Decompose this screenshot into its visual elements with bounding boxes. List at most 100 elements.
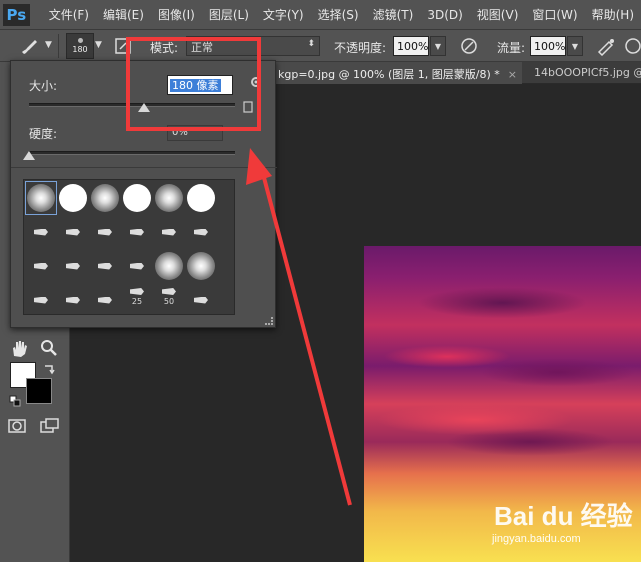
divider xyxy=(58,34,59,58)
brush-tip-icon xyxy=(66,262,80,270)
brush-preset-hard-round[interactable] xyxy=(57,181,89,215)
highlight-box xyxy=(126,37,261,131)
brush-tip-icon xyxy=(130,228,144,236)
hard-brush-icon xyxy=(187,184,215,212)
menu-file[interactable]: 文件(F) xyxy=(42,6,96,23)
brush-tip-icon xyxy=(98,262,112,270)
hardness-slider-track[interactable] xyxy=(29,151,235,155)
brush-preset-tip-50[interactable]: 50 xyxy=(153,280,185,314)
hardness-slider-thumb[interactable] xyxy=(23,151,35,160)
brush-tip-icon xyxy=(162,228,176,236)
brush-tip-icon xyxy=(34,228,48,236)
brush-preset-soft-round[interactable] xyxy=(89,181,121,215)
soft-brush-icon xyxy=(91,184,119,212)
airbrush-icon[interactable] xyxy=(595,36,617,56)
flow-input[interactable]: 100% xyxy=(530,36,566,56)
brush-tip-icon xyxy=(130,262,144,270)
brush-picker-chevron-icon[interactable]: ▼ xyxy=(95,40,102,50)
brush-tip-icon xyxy=(98,228,112,236)
brush-dot-icon xyxy=(77,38,83,43)
brush-preset-tip[interactable] xyxy=(89,215,121,249)
size-label: 大小: xyxy=(29,79,58,93)
hardness-label: 硬度: xyxy=(29,127,58,141)
brush-preset-hard-round[interactable] xyxy=(121,181,153,215)
quick-mask-icon[interactable] xyxy=(6,416,28,436)
menu-select[interactable]: 选择(S) xyxy=(311,6,366,23)
flow-label: 流量: xyxy=(497,41,526,55)
tab-label: 14bOOOPICf5.jpg @ xyxy=(534,66,641,79)
soft-brush-icon xyxy=(27,184,55,212)
brush-preset-tip[interactable] xyxy=(57,215,89,249)
brush-preset-soft-round[interactable] xyxy=(153,181,185,215)
hand-tool-icon[interactable] xyxy=(8,338,30,358)
close-tab-icon[interactable]: × xyxy=(508,68,517,81)
brush-tip-icon xyxy=(194,228,208,236)
resize-grip-icon[interactable] xyxy=(265,317,273,325)
menu-bar: Ps 文件(F) 编辑(E) 图像(I) 图层(L) 文字(Y) 选择(S) 滤… xyxy=(0,0,641,29)
brush-preset-soft-round[interactable] xyxy=(153,249,185,283)
mode-spinner-icon: ⬍ xyxy=(307,39,315,49)
baidu-watermark: Bai du 经验 xyxy=(494,501,633,531)
brush-preset-tip[interactable] xyxy=(25,283,57,314)
menu-type[interactable]: 文字(Y) xyxy=(256,6,311,23)
opacity-label: 不透明度: xyxy=(334,41,387,55)
brush-preset-fan-tip[interactable] xyxy=(153,215,185,249)
brush-preset-grid: 25 50 ▲ ▼ xyxy=(23,179,235,315)
soft-brush-icon xyxy=(187,252,215,280)
brush-preset-tip-25[interactable]: 25 xyxy=(121,280,153,314)
tab-document-1[interactable]: kgp=0.jpg @ 100% (图层 1, 图层蒙版/8) * × xyxy=(270,62,522,84)
hard-brush-icon xyxy=(123,184,151,212)
brush-preset-soft-round[interactable] xyxy=(185,249,217,283)
opacity-input[interactable]: 100% xyxy=(393,36,429,56)
menu-edit[interactable]: 编辑(E) xyxy=(96,6,151,23)
menu-image[interactable]: 图像(I) xyxy=(151,6,202,23)
flow-dropdown-icon[interactable]: ▼ xyxy=(567,36,583,56)
brush-preset-tip[interactable] xyxy=(89,249,121,283)
brush-preset-tip[interactable] xyxy=(121,249,153,283)
menu-layer[interactable]: 图层(L) xyxy=(202,6,256,23)
zoom-tool-icon[interactable] xyxy=(38,338,60,358)
menu-help[interactable]: 帮助(H) xyxy=(585,6,641,23)
baidu-watermark-url: jingyan.baidu.com xyxy=(492,533,581,545)
brush-preset-tip[interactable] xyxy=(57,249,89,283)
tool-preset-chevron-icon[interactable]: ▼ xyxy=(45,40,52,50)
options-bar: ▼ 180 ▼ 模式: 正常 ⬍ 不透明度: 100% ▼ 流量: 100% ▼ xyxy=(0,29,641,62)
brush-grid-scrollbar[interactable]: ▲ ▼ xyxy=(234,180,235,315)
photoshop-logo: Ps xyxy=(3,3,30,26)
brush-tip-icon xyxy=(66,296,80,304)
brush-preset-tip[interactable] xyxy=(25,215,57,249)
brush-preset-tip[interactable] xyxy=(57,283,89,314)
menu-window[interactable]: 窗口(W) xyxy=(525,6,584,23)
brush-tip-icon xyxy=(34,262,48,270)
opacity-dropdown-icon[interactable]: ▼ xyxy=(430,36,446,56)
screen-mode-icon[interactable] xyxy=(38,416,60,436)
pressure-size-icon[interactable] xyxy=(624,36,641,56)
pressure-opacity-icon[interactable] xyxy=(458,36,480,56)
swap-colors-icon[interactable] xyxy=(40,360,62,380)
tab-label: kgp=0.jpg @ 100% (图层 1, 图层蒙版/8) * xyxy=(278,68,500,81)
brush-preset-tip[interactable] xyxy=(121,215,153,249)
brush-preset-hard-round[interactable] xyxy=(185,181,217,215)
brush-preset-tip[interactable] xyxy=(185,283,217,314)
menu-3d[interactable]: 3D(D) xyxy=(420,8,469,22)
brush-preset-tip[interactable] xyxy=(185,215,217,249)
brush-preset-soft-round[interactable] xyxy=(25,181,57,215)
tab-document-2[interactable]: 14bOOOPICf5.jpg @ xyxy=(526,62,641,84)
default-colors-icon[interactable] xyxy=(6,392,28,412)
brush-tool-icon[interactable] xyxy=(18,36,40,56)
divider xyxy=(11,167,277,168)
brush-preset-tip[interactable] xyxy=(89,283,121,314)
brush-tip-icon xyxy=(98,296,112,304)
brush-size-preview: 180 xyxy=(72,45,88,54)
brush-preset-tip[interactable] xyxy=(25,249,57,283)
brush-tip-icon xyxy=(162,288,176,295)
background-color-swatch[interactable] xyxy=(26,378,52,404)
brush-preset-picker[interactable]: 180 xyxy=(66,33,94,59)
brush-size-label: 25 xyxy=(131,297,143,306)
soft-brush-icon xyxy=(155,184,183,212)
brush-tip-icon xyxy=(66,228,80,236)
brush-size-label: 50 xyxy=(163,297,175,306)
menu-view[interactable]: 视图(V) xyxy=(470,6,526,23)
brush-tip-icon xyxy=(34,296,48,304)
menu-filter[interactable]: 滤镜(T) xyxy=(366,6,421,23)
